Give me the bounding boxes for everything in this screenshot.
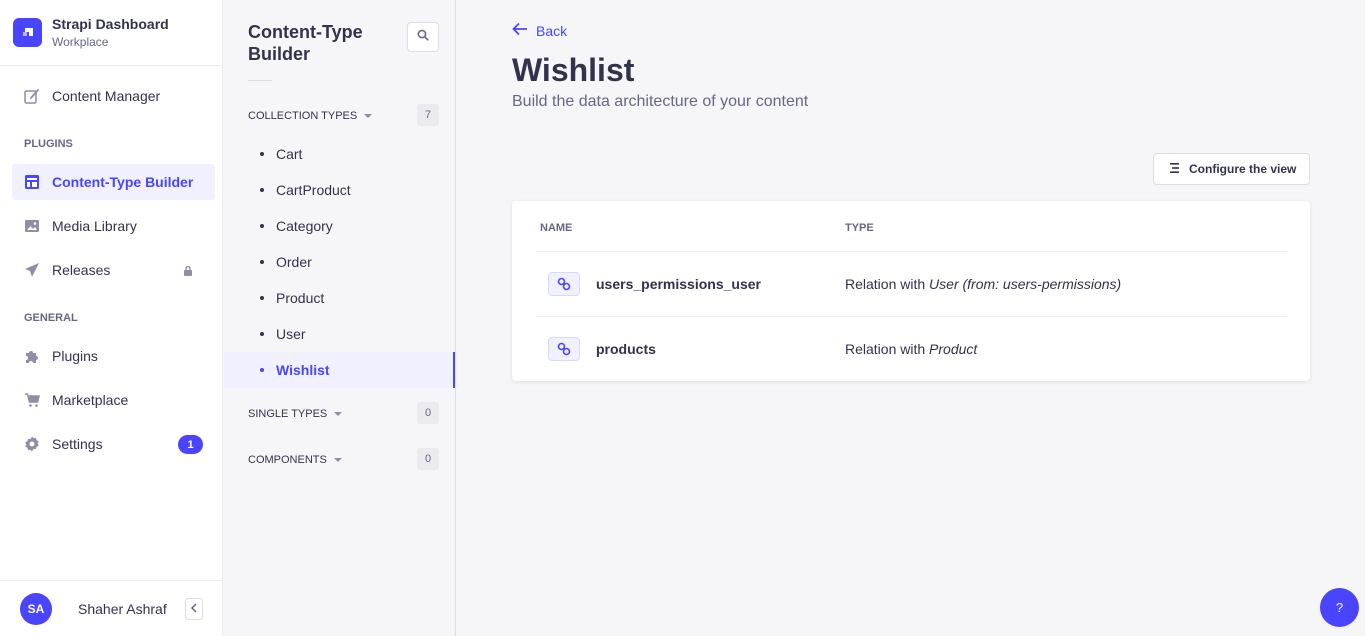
nav-section-plugins: PLUGINS	[24, 138, 73, 150]
collection-types-count: 7	[417, 104, 439, 126]
column-header-name: NAME	[540, 222, 573, 234]
image-icon	[24, 218, 40, 234]
collection-type-item[interactable]: Order	[224, 244, 455, 280]
fields-table: NAME TYPE users_permissions_user Relatio…	[512, 201, 1310, 381]
item-label: Product	[276, 290, 325, 306]
divider	[248, 80, 272, 81]
brand: Strapi Dashboard Workplace	[0, 0, 222, 66]
nav-settings[interactable]: Settings 1	[12, 426, 215, 462]
gear-icon	[24, 436, 40, 452]
field-type: Relation with User (from: users-permissi…	[845, 276, 1121, 292]
item-label: CartProduct	[276, 182, 351, 198]
main-navigation: Strapi Dashboard Workplace Content Manag…	[0, 0, 223, 636]
feather-icon	[24, 88, 40, 104]
content-type-subnav: Content-Type Builder COLLECTION TYPES 7 …	[224, 0, 456, 636]
field-name: users_permissions_user	[596, 276, 761, 292]
bullet	[260, 296, 264, 300]
caret-down-icon	[333, 458, 342, 462]
list-icon	[1169, 162, 1189, 177]
item-label: Wishlist	[276, 362, 330, 378]
puzzle-icon	[24, 348, 40, 364]
shopping-cart-icon	[24, 392, 40, 408]
section-label: COMPONENTS	[248, 454, 327, 466]
single-types-header[interactable]: SINGLE TYPES	[248, 408, 343, 420]
button-label: Configure the view	[1189, 162, 1297, 176]
avatar[interactable]: SA	[20, 592, 52, 625]
configure-view-button[interactable]: Configure the view	[1153, 153, 1310, 185]
bullet	[260, 224, 264, 228]
nav-label: Content-Type Builder	[52, 174, 194, 190]
collection-type-item-active[interactable]: Wishlist	[224, 352, 455, 388]
nav-media-library[interactable]: Media Library	[12, 208, 215, 244]
lock-icon	[182, 264, 194, 280]
nav-section-general: GENERAL	[24, 312, 78, 324]
bullet	[260, 188, 264, 192]
arrow-left-icon	[512, 22, 536, 39]
paper-plane-icon	[24, 262, 40, 278]
collection-type-item[interactable]: Category	[224, 208, 455, 244]
field-type: Relation with Product	[845, 341, 977, 357]
page-title: Wishlist	[512, 52, 635, 88]
item-label: Category	[276, 218, 333, 234]
divider	[536, 251, 1287, 252]
field-name: products	[596, 341, 656, 357]
back-link[interactable]: Back	[512, 22, 567, 39]
section-label: SINGLE TYPES	[248, 408, 328, 420]
brand-title: Strapi Dashboard	[52, 15, 169, 32]
bullet	[260, 260, 264, 264]
item-label: User	[276, 326, 306, 342]
chevron-left-icon	[190, 600, 198, 618]
nav-label: Content Manager	[52, 88, 161, 104]
bullet	[260, 152, 264, 156]
collection-type-item[interactable]: CartProduct	[224, 172, 455, 208]
search-button[interactable]	[407, 22, 439, 52]
bullet	[260, 368, 264, 372]
components-header[interactable]: COMPONENTS	[248, 454, 342, 466]
nav-content-manager[interactable]: Content Manager	[12, 78, 215, 114]
nav-label: Marketplace	[52, 392, 129, 408]
brand-workspace: Workplace	[52, 34, 109, 49]
column-header-type: TYPE	[845, 222, 874, 234]
relation-link-icon	[548, 337, 580, 361]
nav-label: Plugins	[52, 348, 98, 364]
components-count: 0	[417, 448, 439, 470]
nav-label: Media Library	[52, 218, 137, 234]
collection-type-item[interactable]: Product	[224, 280, 455, 316]
type-target: User (from: users-permissions)	[929, 276, 1122, 292]
item-label: Order	[276, 254, 312, 270]
user-name[interactable]: Shaher Ashraf	[78, 601, 167, 617]
back-label: Back	[536, 22, 568, 39]
section-label: COLLECTION TYPES	[248, 110, 358, 122]
caret-down-icon	[364, 114, 373, 118]
nav-label: Settings	[52, 436, 103, 452]
type-prefix: Relation with	[845, 341, 930, 357]
collection-type-item[interactable]: Cart	[224, 136, 455, 172]
collection-types-header[interactable]: COLLECTION TYPES	[248, 110, 373, 122]
bullet	[260, 332, 264, 336]
settings-notification-badge: 1	[178, 435, 203, 454]
strapi-logo-icon	[13, 18, 42, 47]
nav-plugins[interactable]: Plugins	[12, 338, 215, 374]
subnav-title: Content-Type Builder	[248, 22, 363, 64]
nav-content-type-builder[interactable]: Content-Type Builder	[12, 164, 215, 200]
nav-label: Releases	[52, 262, 111, 278]
collection-type-item[interactable]: User	[224, 316, 455, 352]
divider	[536, 316, 1287, 317]
nav-releases[interactable]: Releases	[12, 252, 215, 288]
type-prefix: Relation with	[845, 276, 930, 292]
item-label: Cart	[276, 146, 303, 162]
page-subtitle: Build the data architecture of your cont…	[512, 93, 809, 110]
search-icon	[417, 28, 429, 46]
caret-down-icon	[334, 412, 343, 416]
single-types-count: 0	[417, 402, 439, 424]
layout-icon	[24, 174, 40, 190]
help-button[interactable]: ?	[1320, 588, 1359, 627]
user-footer: SA Shaher Ashraf	[0, 580, 223, 636]
nav-marketplace[interactable]: Marketplace	[12, 382, 215, 418]
type-target: Product	[929, 341, 978, 357]
collapse-nav-button[interactable]	[185, 598, 203, 620]
relation-link-icon	[548, 272, 580, 296]
